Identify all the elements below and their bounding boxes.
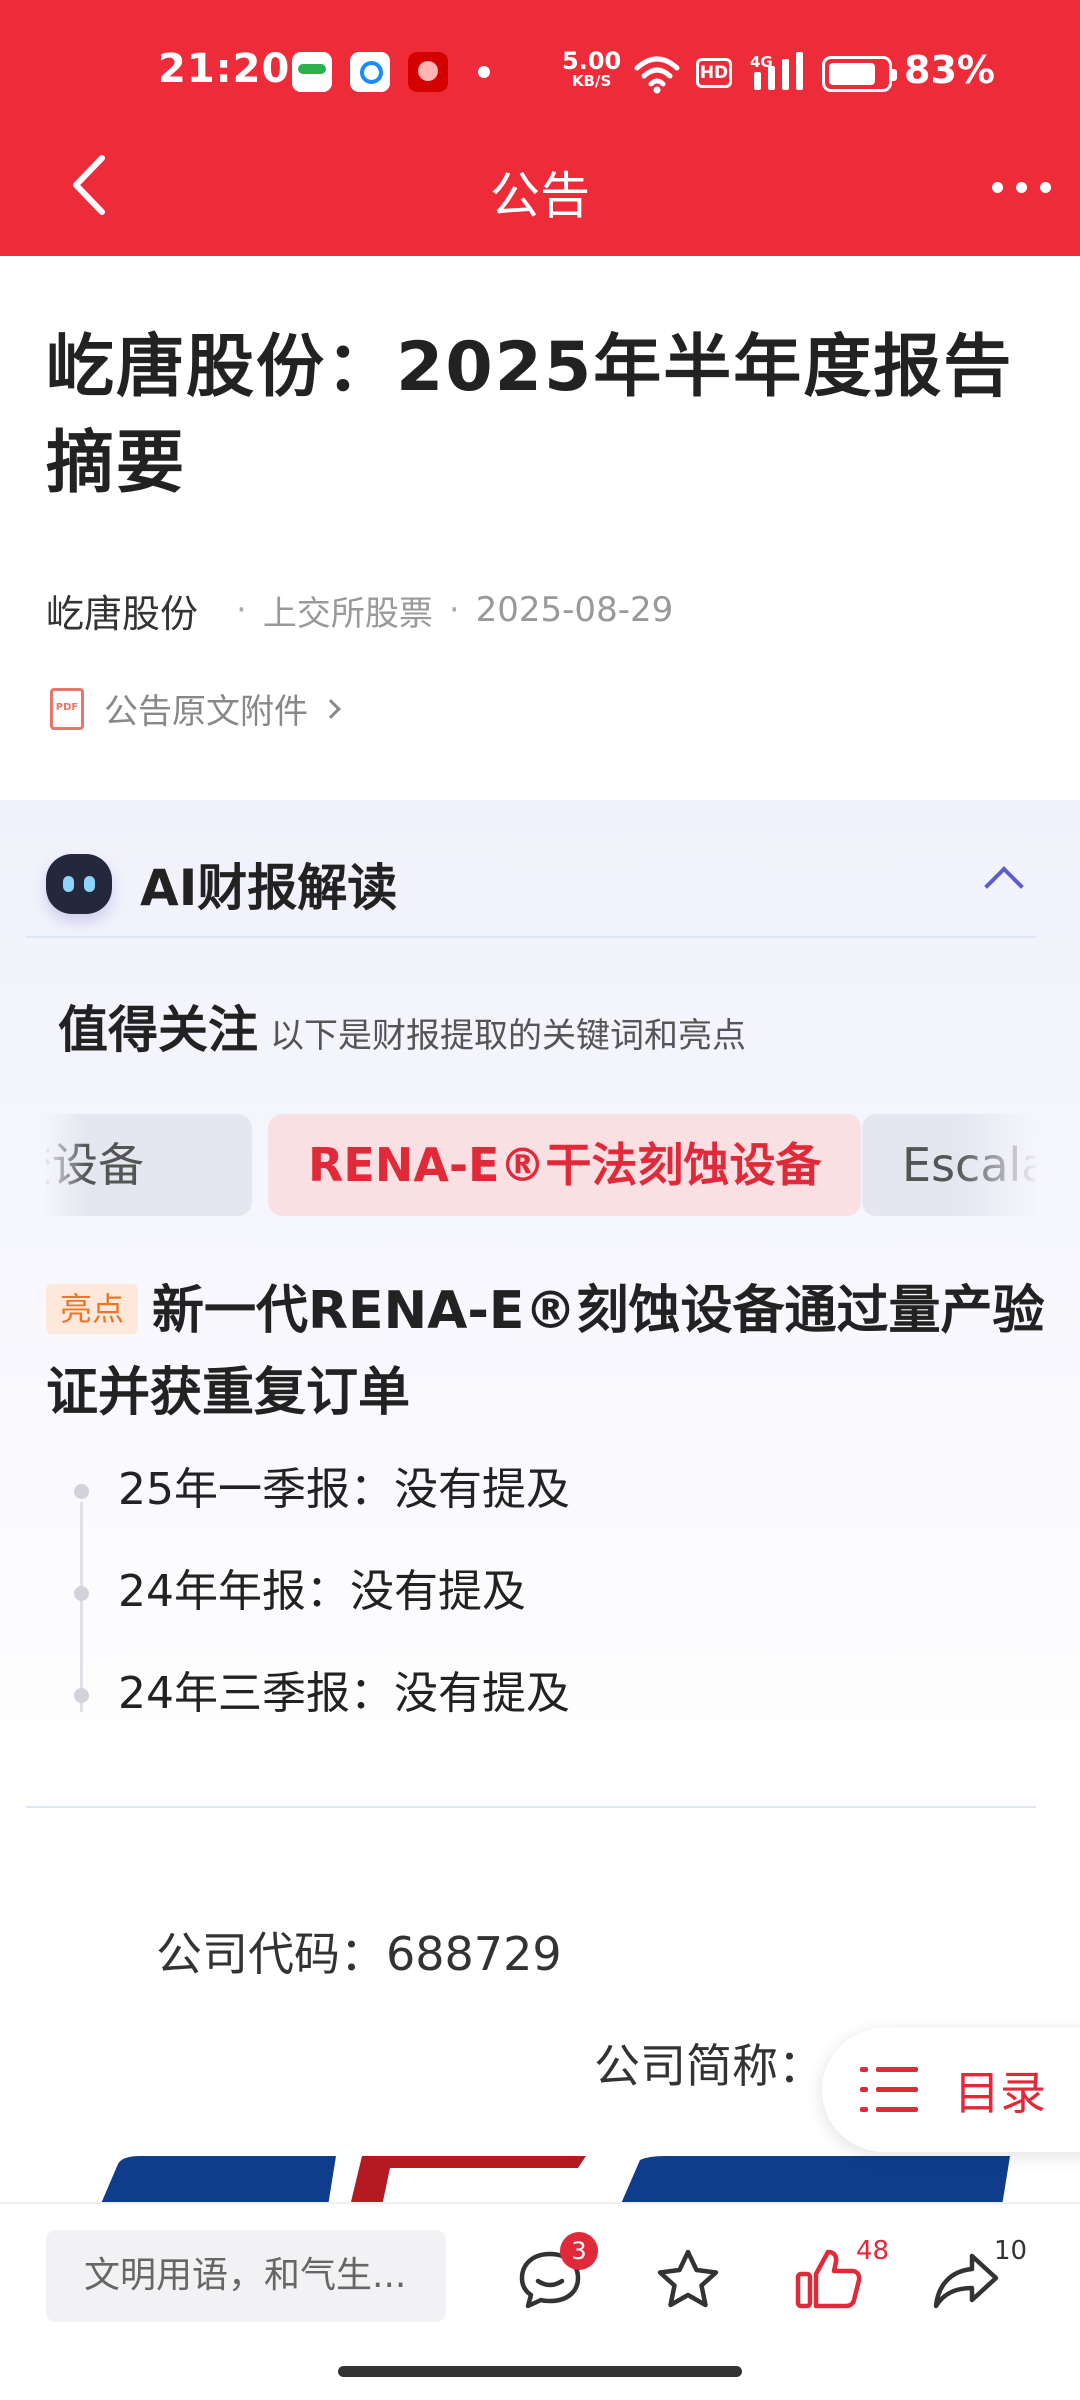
- more-notifications-dot-icon: [478, 66, 490, 78]
- article-category: 上交所股票: [262, 593, 433, 634]
- home-indicator[interactable]: [338, 2366, 742, 2377]
- more-dots-icon[interactable]: [990, 172, 1054, 202]
- timeline-dot: [74, 1586, 89, 1601]
- ai-section-header[interactable]: AI财报解读: [46, 848, 397, 920]
- divider: [26, 1806, 1036, 1808]
- share-count: 10: [994, 2236, 1028, 2266]
- battery-level-fill: [829, 63, 875, 85]
- highlight-tag: 亮点: [46, 1284, 139, 1334]
- status-bar: 21:20 5.00 KB/S HD 4G 83%: [0, 0, 1080, 146]
- comment-input[interactable]: 文明用语，和气生...: [46, 2230, 446, 2322]
- table-of-contents-button[interactable]: 目录: [822, 2028, 1080, 2152]
- company-logo: [100, 2156, 1010, 2206]
- timeline-text: 25年一季报：没有提及: [118, 1464, 570, 1515]
- focus-heading: 值得关注 以下是财报提取的关键词和亮点: [58, 990, 746, 1062]
- attachment-label: 公告原文附件: [104, 692, 308, 732]
- notification-red-app-icon: [408, 52, 448, 92]
- focus-title: 值得关注: [58, 1001, 258, 1059]
- highlight-block: 亮点 新一代RENA-E®刻蚀设备通过量产验证并获重复订单: [46, 1270, 1046, 1434]
- toc-label: 目录: [954, 2066, 1046, 2120]
- meta-separator: ·: [236, 590, 247, 630]
- wifi-icon: [634, 56, 680, 94]
- ai-robot-icon: [46, 854, 112, 914]
- list-icon: [860, 2065, 920, 2115]
- status-time: 21:20: [158, 46, 291, 92]
- battery-percent: 83%: [904, 48, 995, 92]
- chevron-right-icon: [321, 698, 341, 719]
- pdf-file-icon: PDF: [50, 687, 84, 730]
- timeline-dot: [74, 1484, 89, 1499]
- chips-fade-left: [46, 1114, 86, 1218]
- page-title: 公告: [490, 167, 590, 225]
- notification-search-app-icon: [350, 52, 390, 92]
- chips-fade-right: [956, 1114, 1036, 1218]
- article-meta: 屹唐股份 · 上交所股票 · 2025-08-29: [46, 583, 674, 638]
- keyword-chip-selected[interactable]: RENA-E®干法刻蚀设备: [268, 1114, 862, 1216]
- hd-voice-icon: HD: [696, 58, 732, 88]
- star-icon[interactable]: [652, 2244, 724, 2316]
- ai-section-title: AI财报解读: [140, 859, 398, 917]
- company-code: 公司代码：688729: [156, 1927, 562, 1981]
- thumbs-up-icon[interactable]: [792, 2244, 864, 2316]
- top-bar: 21:20 5.00 KB/S HD 4G 83% 公告: [0, 0, 1080, 256]
- like-count: 48: [856, 2236, 890, 2266]
- battery-icon: [822, 56, 897, 92]
- meta-separator: ·: [448, 590, 460, 630]
- article-author[interactable]: 屹唐股份: [46, 583, 198, 638]
- article-title: 屹唐股份：2025年半年度报告摘要: [46, 328, 1014, 503]
- timeline-dot: [74, 1688, 89, 1703]
- timeline-line: [80, 1502, 83, 1712]
- network-speed: 5.00 KB/S: [562, 47, 622, 90]
- keyword-chips: 胶设备 RENA-E®干法刻蚀设备 Escala: [46, 1114, 1036, 1218]
- share-icon[interactable]: [930, 2244, 1002, 2316]
- timeline-text: 24年年报：没有提及: [118, 1566, 526, 1617]
- timeline-text: 24年三季报：没有提及: [118, 1668, 570, 1719]
- network-speed-value: 5.00: [562, 47, 622, 75]
- cell-signal-icon: 4G: [750, 52, 803, 90]
- highlight-text: 新一代RENA-E®刻蚀设备通过量产验证并获重复订单: [46, 1281, 1045, 1423]
- notification-app-icon: [292, 52, 332, 92]
- announcement-page: 21:20 5.00 KB/S HD 4G 83% 公告 屹唐股份：2025年半…: [0, 0, 1080, 2400]
- attachment-link[interactable]: PDF 公告原文附件: [50, 684, 341, 733]
- company-short-name: 公司简称：: [594, 2039, 824, 2093]
- comment-count-badge: 3: [560, 2232, 598, 2270]
- article-date: 2025-08-29: [475, 590, 674, 630]
- divider: [26, 936, 1036, 938]
- focus-subtitle: 以下是财报提取的关键词和亮点: [270, 1016, 746, 1056]
